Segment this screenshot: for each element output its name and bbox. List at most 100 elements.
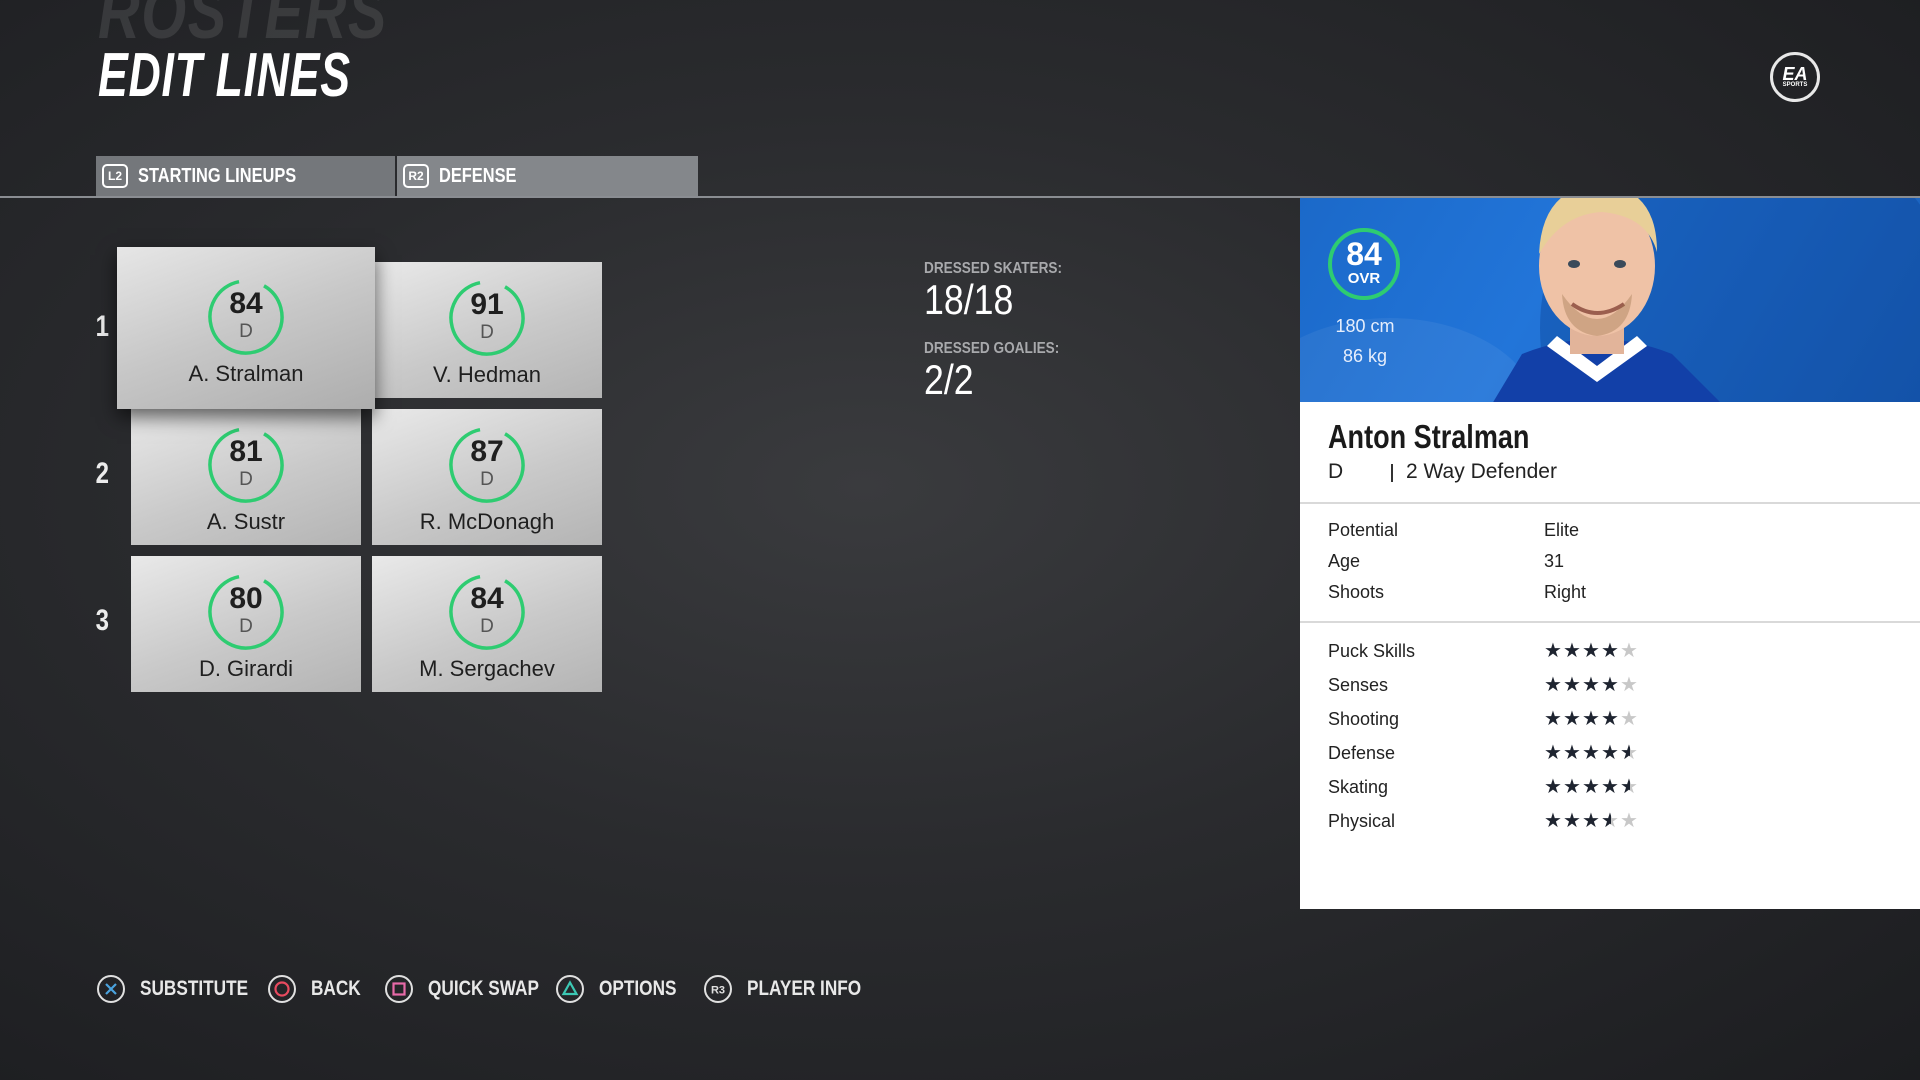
- ea-sports-logo: EA SPORTS: [1770, 52, 1820, 102]
- info-value: Elite: [1544, 520, 1580, 540]
- star-icon: ★: [1563, 776, 1581, 798]
- player-header: 84 OVR 180 cm 86 kg: [1300, 198, 1920, 402]
- star-icon: ★: [1544, 708, 1562, 730]
- star-icon: ★: [1582, 640, 1600, 662]
- r3-button-icon: R3: [704, 975, 732, 1003]
- star-icon: ★: [1620, 674, 1638, 696]
- player-position: D: [239, 321, 253, 342]
- tab-defense[interactable]: R2 DEFENSE: [397, 156, 698, 196]
- attribute-label: Defense: [1328, 743, 1396, 763]
- hint-label: SUBSTITUTE: [140, 977, 249, 1000]
- hint-quick-swap[interactable]: QUICK SWAP: [384, 972, 563, 1006]
- attribute-label: Puck Skills: [1328, 641, 1416, 661]
- info-label: Age: [1328, 551, 1361, 571]
- tab-label: DEFENSE: [439, 164, 517, 187]
- player-ovr: 80: [229, 582, 263, 615]
- star-icon: ★: [1544, 640, 1562, 662]
- attribute-label: Shooting: [1328, 709, 1400, 729]
- attribute-stars: ★★★★★★: [1544, 776, 1639, 798]
- attribute-stars: ★★★★★: [1544, 708, 1639, 730]
- hint-label: PLAYER INFO: [747, 977, 862, 1000]
- line-number: 3: [95, 604, 110, 637]
- attribute-label: Senses: [1328, 675, 1389, 695]
- ea-logo-sub: SPORTS: [1782, 81, 1808, 88]
- star-icon: ★ ★: [1620, 776, 1638, 798]
- player-portrait: [1493, 198, 1720, 402]
- star-icon: ★: [1544, 742, 1562, 764]
- attribute-label: Skating: [1328, 777, 1389, 797]
- star-icon: ★: [1563, 810, 1581, 832]
- player-name: A. Sustr: [206, 509, 286, 534]
- info-label: Shoots: [1328, 582, 1385, 602]
- star-icon: ★: [1582, 810, 1600, 832]
- divider: [1391, 464, 1393, 482]
- attribute-stars: ★★★★★★: [1544, 810, 1639, 832]
- star-icon: ★: [1544, 674, 1562, 696]
- star-icon: ★: [1620, 708, 1638, 730]
- hint-player-info[interactable]: R3 PLAYER INFO: [703, 972, 886, 1006]
- player-name: Anton Stralman: [1328, 418, 1530, 455]
- cross-button-icon: [97, 975, 125, 1003]
- hint-label: QUICK SWAP: [428, 977, 539, 1000]
- star-icon: ★ ★: [1601, 810, 1619, 832]
- ea-logo-text: EA: [1782, 63, 1808, 84]
- info-value: 31: [1544, 551, 1565, 571]
- player-name: V. Hedman: [432, 362, 542, 387]
- star-icon: ★: [1582, 708, 1600, 730]
- player-card[interactable]: 91 D V. Hedman: [372, 262, 602, 398]
- star-icon: ★: [1601, 640, 1619, 662]
- dressed-skaters-value: 18/18: [924, 276, 1014, 323]
- player-card[interactable]: 87 D R. McDonagh: [372, 409, 602, 545]
- divider: [1300, 621, 1920, 623]
- divider: [1300, 502, 1920, 504]
- player-card[interactable]: 80 D D. Girardi: [131, 556, 361, 692]
- square-button-icon: [385, 975, 413, 1003]
- tab-starting-lineups[interactable]: L2 STARTING LINEUPS: [96, 156, 395, 196]
- l2-button-icon: L2: [102, 164, 128, 188]
- info-value: Right: [1544, 582, 1587, 602]
- player-height: 180 cm: [1335, 316, 1395, 336]
- line-number: 2: [95, 457, 110, 490]
- star-icon: ★: [1563, 742, 1581, 764]
- player-ovr: 84: [229, 287, 263, 320]
- hint-label: BACK: [311, 977, 361, 1000]
- star-icon: ★: [1601, 776, 1619, 798]
- star-icon: ★: [1563, 674, 1581, 696]
- circle-button-icon: [268, 975, 296, 1003]
- hint-substitute[interactable]: SUBSTITUTE: [96, 972, 272, 1006]
- player-ovr: 87: [470, 435, 504, 468]
- star-icon: ★ ★: [1620, 742, 1638, 764]
- svg-text:R3: R3: [711, 985, 725, 997]
- page-title: EDIT LINES: [98, 41, 351, 110]
- star-icon: ★: [1601, 674, 1619, 696]
- attribute-stars: ★★★★★★: [1544, 742, 1639, 764]
- player-card[interactable]: 84 D M. Sergachev: [372, 556, 602, 692]
- star-icon: ★: [1582, 742, 1600, 764]
- player-position: D: [480, 616, 494, 637]
- player-card[interactable]: 81 D A. Sustr: [131, 409, 361, 545]
- hint-back[interactable]: BACK: [267, 972, 372, 1006]
- player-weight: 86 kg: [1342, 346, 1388, 366]
- star-icon: ★: [1620, 640, 1638, 662]
- hint-options[interactable]: OPTIONS: [555, 972, 694, 1006]
- star-icon: ★: [1582, 674, 1600, 696]
- player-card[interactable]: 84 D A. Stralman: [117, 247, 375, 409]
- attribute-stars: ★★★★★: [1544, 640, 1639, 662]
- star-icon: ★: [1544, 810, 1562, 832]
- player-position: D: [239, 616, 253, 637]
- r2-button-icon: R2: [403, 164, 429, 188]
- player-type: 2 Way Defender: [1406, 460, 1557, 483]
- tab-label: STARTING LINEUPS: [138, 164, 297, 187]
- hint-label: OPTIONS: [599, 977, 677, 1000]
- star-icon: ★: [1601, 708, 1619, 730]
- tab-bar: L2 STARTING LINEUPS R2 DEFENSE: [0, 156, 1920, 198]
- star-icon: ★: [1563, 640, 1581, 662]
- player-position: D: [480, 322, 494, 343]
- player-name: D. Girardi: [198, 656, 294, 681]
- player-ovr: 84: [470, 582, 504, 615]
- info-label: Potential: [1328, 520, 1399, 540]
- player-ovr: 91: [470, 288, 504, 321]
- player-ovr: 81: [229, 435, 263, 468]
- player-name: A. Stralman: [188, 361, 304, 386]
- line-number: 1: [95, 310, 110, 343]
